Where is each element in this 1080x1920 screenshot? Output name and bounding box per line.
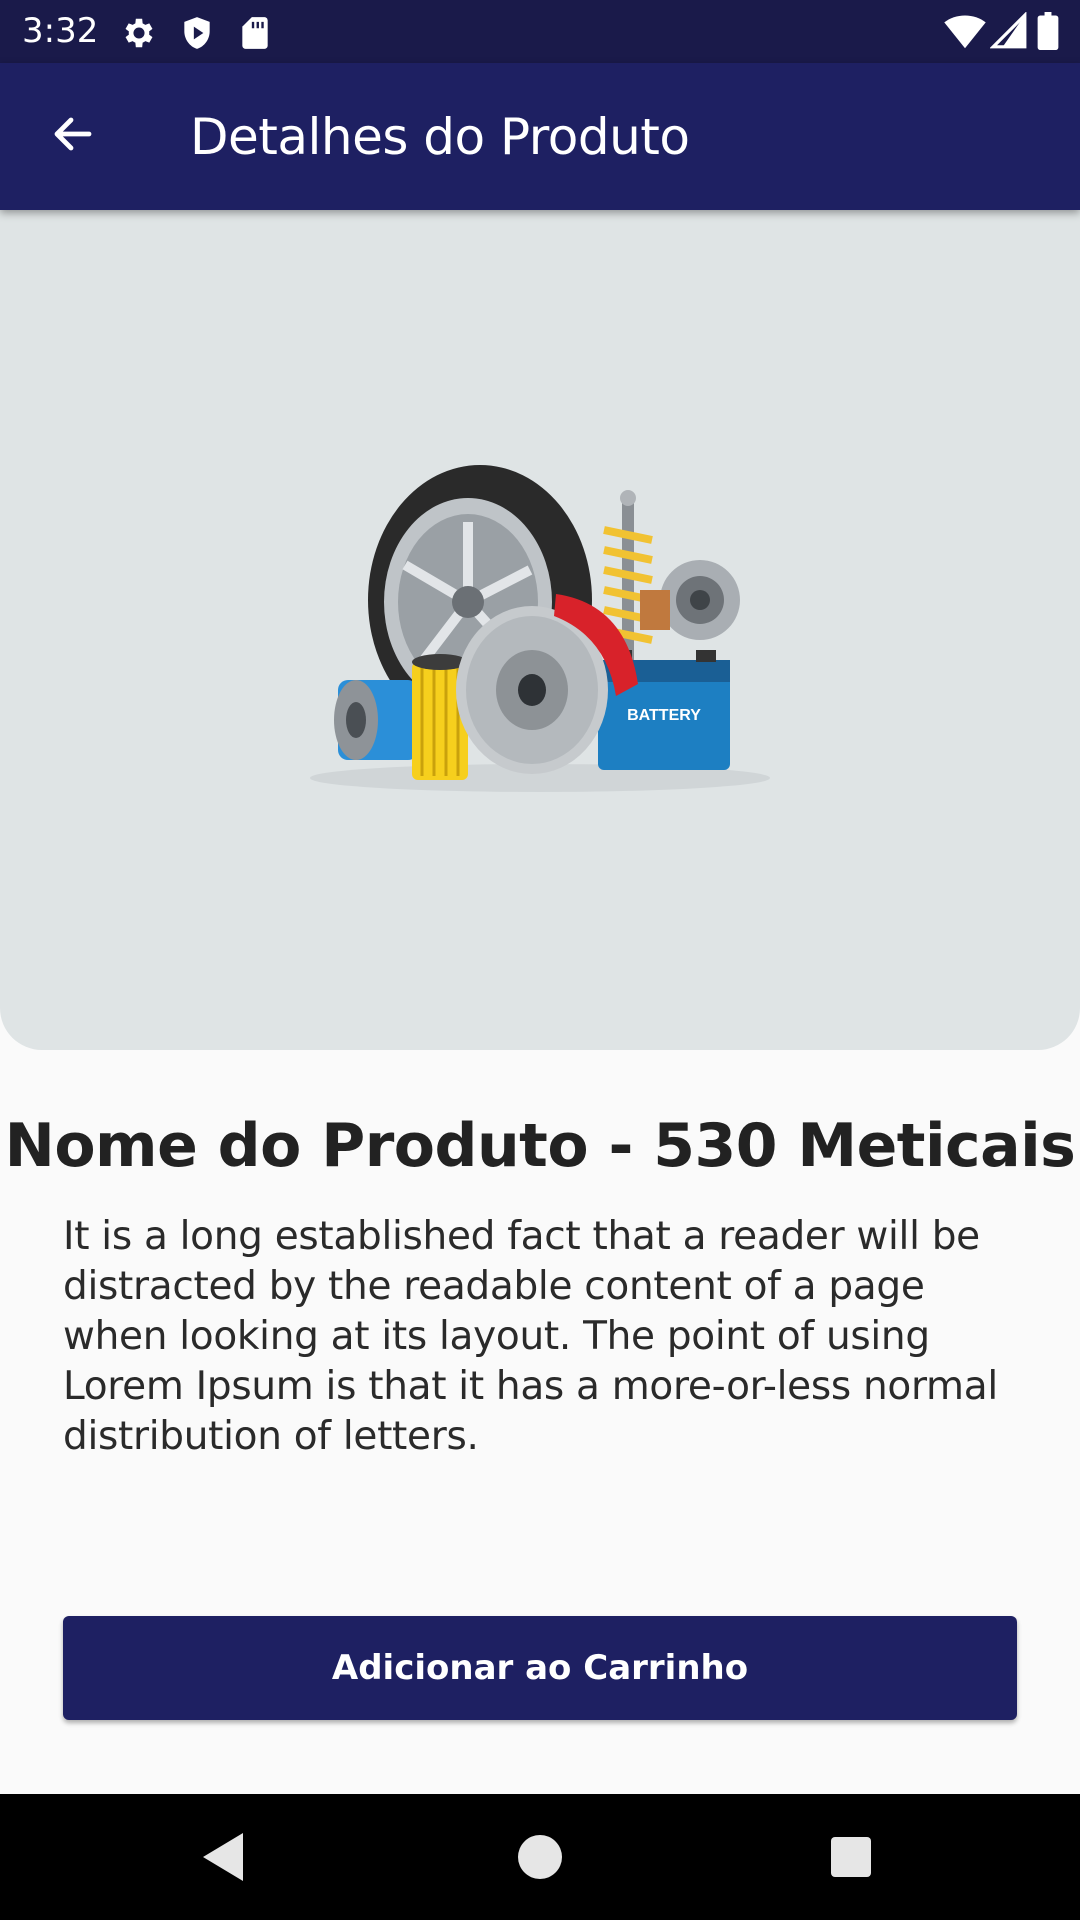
turbo-icon bbox=[640, 560, 740, 640]
system-nav-bar bbox=[0, 1794, 1080, 1920]
product-description: It is a long established fact that a rea… bbox=[63, 1214, 998, 1459]
settings-icon bbox=[120, 14, 158, 57]
home-circle-icon[interactable] bbox=[507, 1824, 573, 1890]
wifi-icon bbox=[944, 12, 986, 55]
status-bar: 3:32 bbox=[0, 0, 1080, 63]
product-image: BATTERY bbox=[0, 210, 1080, 1050]
svg-text:BATTERY: BATTERY bbox=[627, 707, 701, 724]
shield-play-icon bbox=[178, 14, 216, 57]
recents-square-icon[interactable] bbox=[818, 1824, 884, 1890]
back-button[interactable] bbox=[40, 103, 106, 169]
battery-icon bbox=[1036, 12, 1060, 55]
add-to-cart-button[interactable]: Adicionar ao Carrinho bbox=[63, 1616, 1017, 1720]
status-time: 3:32 bbox=[22, 11, 99, 51]
page-title: Detalhes do Produto bbox=[190, 108, 690, 166]
oil-filter-icon bbox=[334, 680, 418, 760]
product-title: Nome do Produto - 530 Meticais bbox=[4, 1111, 1076, 1181]
app-bar: Detalhes do Produto bbox=[0, 63, 1080, 210]
signal-icon bbox=[989, 11, 1028, 55]
sd-card-icon bbox=[236, 14, 274, 57]
back-triangle-icon[interactable] bbox=[192, 1824, 258, 1890]
arrow-back-icon bbox=[49, 110, 97, 163]
